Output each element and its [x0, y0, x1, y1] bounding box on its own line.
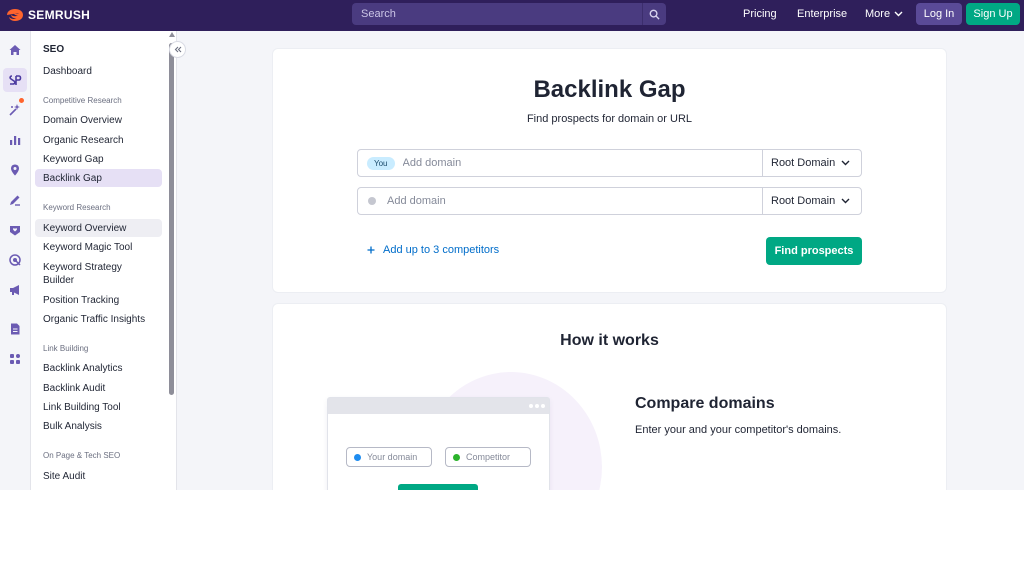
notification-dot	[18, 97, 25, 104]
rail-reports[interactable]	[3, 128, 27, 152]
seo-icon	[9, 75, 22, 85]
bar-chart-icon	[10, 136, 21, 145]
collapse-sidebar-button[interactable]	[169, 41, 186, 58]
scroll-up-arrow-icon[interactable]	[169, 32, 175, 37]
sidebar-item-backlink-analytics[interactable]: Backlink Analytics	[35, 359, 162, 377]
rail-social[interactable]	[3, 218, 27, 242]
document-icon	[11, 323, 20, 335]
sidebar-item-organic-traffic-insights[interactable]: Organic Traffic Insights	[35, 310, 162, 328]
nav-more-label: More	[865, 8, 891, 20]
double-chevron-left-icon	[174, 46, 181, 53]
plus-icon	[367, 246, 375, 254]
page-title: Backlink Gap	[533, 76, 686, 103]
add-competitors-label: Add up to 3 competitors	[383, 244, 500, 256]
window-dots-icon	[529, 404, 545, 408]
find-prospects-button[interactable]: Find prospects	[766, 237, 862, 265]
sidebar-item-domain-overview[interactable]: Domain Overview	[35, 111, 162, 129]
nav-enterprise-link[interactable]: Enterprise	[797, 8, 847, 20]
sidebar-group-label: Link Building	[43, 344, 89, 353]
chevron-down-icon	[894, 11, 903, 17]
sidebar-item-keyword-overview[interactable]: Keyword Overview	[35, 219, 162, 237]
rail-seo[interactable]	[3, 68, 27, 92]
heart-shield-icon	[10, 226, 20, 236]
illustration-your-domain-label: Your domain	[367, 452, 418, 462]
rail-home[interactable]	[3, 38, 27, 62]
sidebar-item-organic-research[interactable]: Organic Research	[35, 131, 162, 149]
nav-pricing-link[interactable]: Pricing	[743, 8, 777, 20]
illustration-competitor-label: Competitor	[466, 452, 511, 462]
nav-more-menu[interactable]: More	[865, 8, 903, 20]
sidebar-item-backlink-audit[interactable]: Backlink Audit	[35, 379, 162, 397]
scrollbar-thumb[interactable]	[169, 43, 174, 395]
blank-area	[0, 490, 1024, 576]
sidebar-group-label: Keyword Research	[43, 203, 111, 212]
rail-content[interactable]	[3, 188, 27, 212]
illustration-window-bar	[328, 398, 549, 414]
sidebar-group-label: On Page & Tech SEO	[43, 451, 121, 460]
your-domain-scope-select[interactable]: Root Domain	[762, 150, 861, 176]
your-domain-input[interactable]	[402, 150, 762, 176]
location-pin-icon	[11, 164, 19, 176]
search-input[interactable]	[352, 3, 642, 25]
scope-select-value: Root Domain	[771, 195, 836, 207]
sidebar-item-backlink-gap[interactable]: Backlink Gap	[35, 169, 162, 187]
illustration-your-domain: Your domain	[346, 447, 432, 467]
competitor-color-dot	[368, 197, 376, 205]
sidebar-group-label: Competitive Research	[43, 96, 122, 105]
home-icon	[9, 45, 21, 55]
sidebar-item-site-audit[interactable]: Site Audit	[35, 467, 162, 485]
chevron-down-icon	[841, 160, 850, 166]
semrush-logo[interactable]: SEMRUSH	[6, 6, 90, 24]
logo-text: SEMRUSH	[28, 8, 91, 22]
sidebar-item-keyword-magic-tool[interactable]: Keyword Magic Tool	[35, 238, 162, 256]
sidebar-item-dashboard[interactable]: Dashboard	[35, 62, 162, 80]
add-competitors-link[interactable]: Add up to 3 competitors	[367, 244, 499, 256]
megaphone-icon	[10, 285, 19, 295]
signup-button[interactable]: Sign Up	[966, 3, 1020, 25]
sidebar-item-keyword-gap[interactable]: Keyword Gap	[35, 150, 162, 168]
top-navigation-bar: SEMRUSH Pricing Enterprise More Log In S…	[0, 0, 1024, 31]
sidebar-item-position-tracking[interactable]: Position Tracking	[35, 291, 162, 309]
apps-grid-icon	[10, 354, 20, 364]
page-subtitle: Find prospects for domain or URL	[526, 113, 693, 125]
competitor-domain-input[interactable]	[387, 188, 762, 214]
you-badge: You	[367, 157, 395, 170]
sidebar-section-title: SEO	[43, 44, 65, 55]
green-dot-icon	[453, 453, 460, 461]
rail-local[interactable]	[3, 158, 27, 182]
sidebar-item-link-building-tool[interactable]: Link Building Tool	[35, 398, 162, 416]
illustration-competitor: Competitor	[445, 447, 531, 467]
search-icon	[649, 9, 660, 20]
chevron-down-icon	[841, 198, 850, 204]
semrush-flame-icon	[6, 8, 24, 22]
rail-reports-docs[interactable]	[3, 317, 27, 341]
scope-select-value: Root Domain	[771, 157, 836, 169]
competitor-domain-row: Root Domain	[357, 187, 862, 215]
pen-icon	[10, 195, 20, 206]
sidebar-scrollbar[interactable]	[168, 31, 175, 490]
target-icon	[9, 254, 21, 266]
rail-apps[interactable]	[3, 347, 27, 371]
app-viewport: SEMRUSH Pricing Enterprise More Log In S…	[0, 0, 1024, 490]
step-title: Compare domains	[635, 395, 775, 412]
sidebar-item-keyword-strategy-builder[interactable]: Keyword Strategy Builder	[35, 260, 135, 288]
search-button[interactable]	[642, 3, 666, 25]
rail-marketing[interactable]	[3, 278, 27, 302]
your-domain-row: You Root Domain	[357, 149, 862, 177]
login-button[interactable]: Log In	[916, 3, 962, 25]
how-it-works-title: How it works	[560, 332, 659, 349]
ai-sparkle-icon	[9, 104, 20, 116]
global-search	[352, 3, 666, 25]
product-rail	[0, 31, 31, 490]
rail-advertising[interactable]	[3, 248, 27, 272]
step-description: Enter your and your competitor's domains…	[635, 424, 842, 436]
sidebar-item-bulk-analysis[interactable]: Bulk Analysis	[35, 417, 162, 435]
competitor-domain-scope-select[interactable]: Root Domain	[762, 188, 861, 214]
blue-dot-icon	[354, 453, 361, 461]
compare-domains-illustration: Your domain Competitor	[327, 397, 550, 490]
